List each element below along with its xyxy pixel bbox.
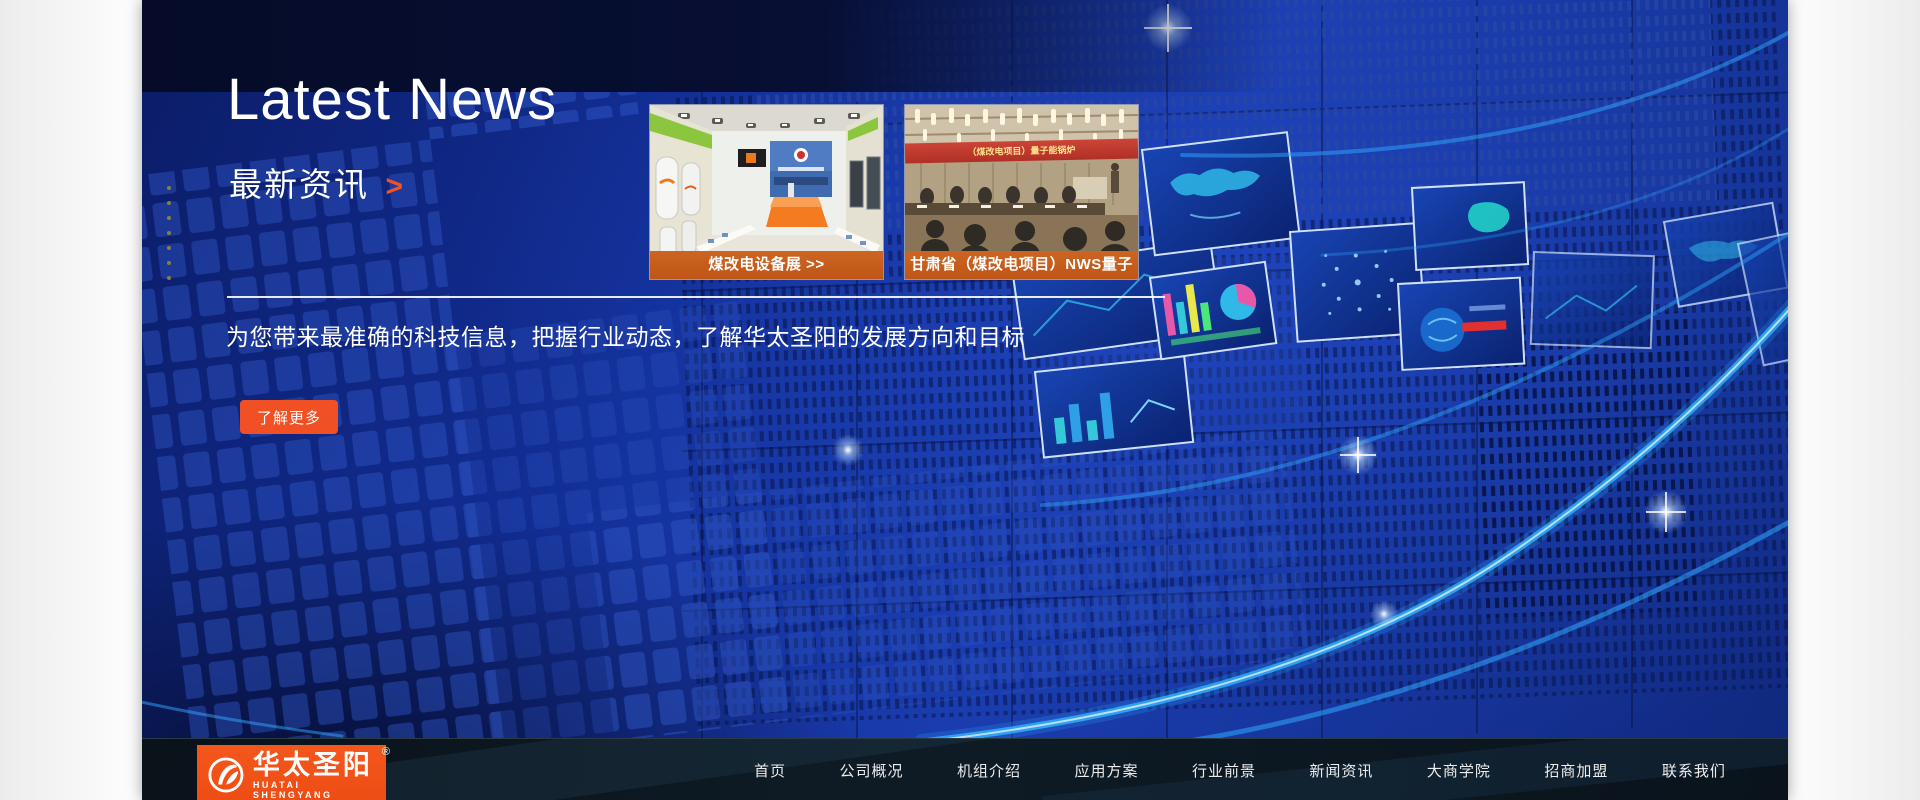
nav-item-contact-us[interactable]: 联系我们 — [1662, 760, 1726, 781]
logo-text-en: HUATAI SHENGYANG — [253, 780, 378, 800]
nav-item-home[interactable]: 首页 — [754, 760, 786, 781]
hero-banner: Latest News 最新资讯 > 为您带来最准确的科技信息，把握行业动态，了… — [142, 0, 1788, 738]
page-content: Latest News 最新资讯 > 为您带来最准确的科技信息，把握行业动态，了… — [142, 0, 1788, 800]
divider-line — [227, 296, 1165, 298]
nav-item-business-academy[interactable]: 大商学院 — [1427, 760, 1491, 781]
news-card-conference[interactable]: （煤改电项目）量子能锅炉 甘肃省（煤改电项目）NWS量子 — [904, 104, 1139, 280]
registered-mark-icon: ® — [382, 746, 390, 758]
nav-item-join-us[interactable]: 招商加盟 — [1544, 760, 1608, 781]
nav-item-industry-outlook[interactable]: 行业前景 — [1192, 760, 1256, 781]
learn-more-button[interactable]: 了解更多 — [240, 400, 338, 434]
company-logo[interactable]: 华太圣阳 ® HUATAI SHENGYANG — [197, 745, 386, 800]
news-card-caption[interactable]: 甘肃省（煤改电项目）NWS量子 — [905, 251, 1138, 279]
main-navigation: 首页 公司概况 机组介绍 应用方案 行业前景 新闻资讯 大商学院 招商加盟 联系… — [754, 739, 1726, 800]
chevron-right-icon[interactable]: > — [385, 170, 403, 203]
hero-description: 为您带来最准确的科技信息，把握行业动态，了解华太圣阳的发展方向和目标 — [226, 318, 1226, 352]
news-card-exhibition[interactable]: 煤改电设备展 >> — [649, 104, 884, 280]
logo-text-zh: 华太圣阳 — [253, 750, 378, 780]
mosaic-dots — [167, 186, 171, 291]
news-cards: 煤改电设备展 >> — [649, 104, 1139, 280]
news-card-caption[interactable]: 煤改电设备展 >> — [650, 251, 883, 279]
nav-item-unit-introduction[interactable]: 机组介绍 — [957, 760, 1021, 781]
hero-title-zh: 最新资讯 — [229, 166, 369, 203]
footer-nav-bar: 华太圣阳 ® HUATAI SHENGYANG 首页 公司概况 机组介绍 应用方… — [142, 738, 1788, 800]
nav-item-news[interactable]: 新闻资讯 — [1309, 760, 1373, 781]
nav-item-company-profile[interactable]: 公司概况 — [839, 760, 903, 781]
nav-item-application-solutions[interactable]: 应用方案 — [1074, 760, 1138, 781]
logo-swirl-icon — [207, 755, 245, 795]
